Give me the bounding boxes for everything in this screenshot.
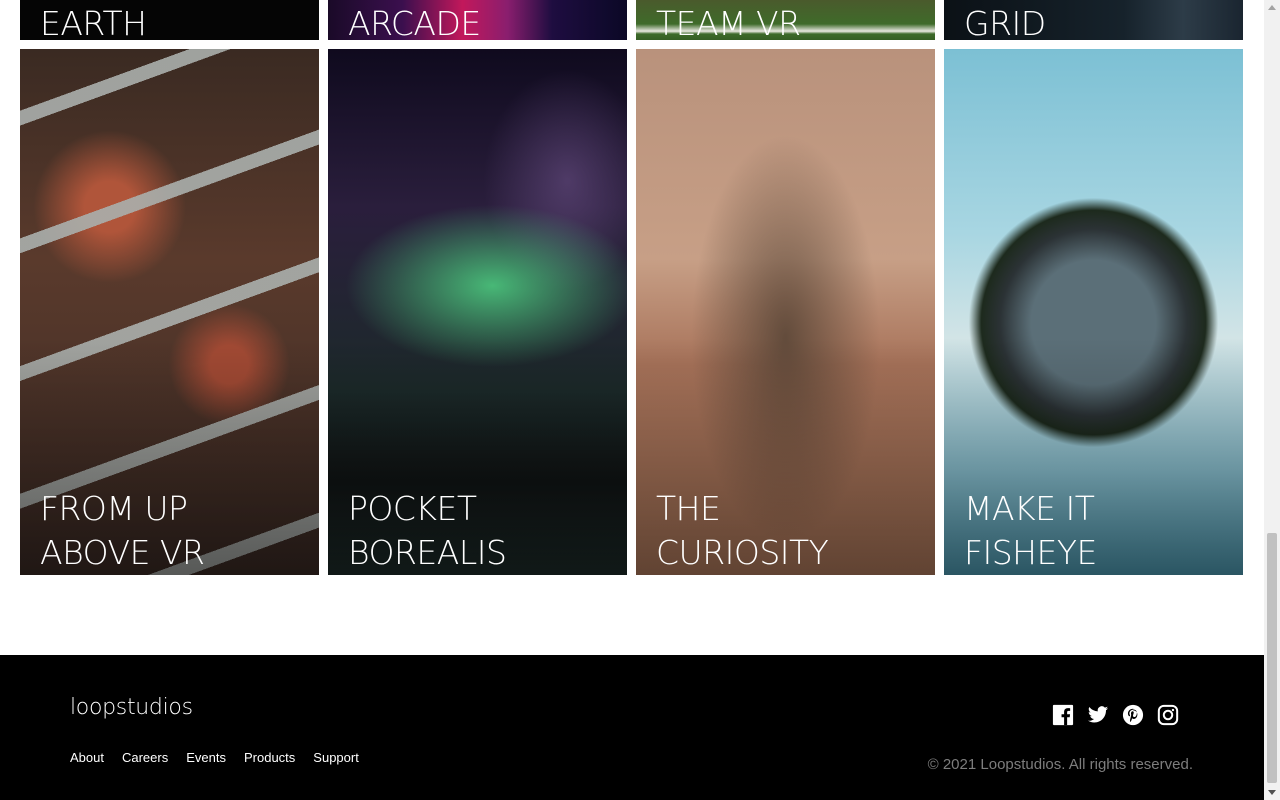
- creation-card-earth[interactable]: EARTH: [20, 0, 319, 40]
- footer-link-support[interactable]: Support: [313, 750, 359, 765]
- footer-link-events[interactable]: Events: [186, 750, 226, 765]
- site-footer: loopstudios About Careers Events Product…: [0, 655, 1264, 800]
- footer-link-products[interactable]: Products: [244, 750, 295, 765]
- facebook-icon[interactable]: [1052, 704, 1074, 726]
- footer-link-about[interactable]: About: [70, 750, 104, 765]
- creation-title: ARCADE: [348, 4, 481, 40]
- creation-card-team-vr[interactable]: TEAM VR: [636, 0, 935, 40]
- scrollbar-thumb[interactable]: [1267, 533, 1277, 783]
- creation-title: TEAM VR: [656, 4, 801, 40]
- creation-card-pocket-borealis[interactable]: POCKET BOREALIS: [328, 49, 627, 575]
- creation-title: FROM UP ABOVE VR: [40, 489, 205, 572]
- creation-title: MAKE IT FISHEYE: [964, 489, 1097, 572]
- instagram-icon[interactable]: [1157, 704, 1179, 726]
- creation-card-arcade[interactable]: ARCADE: [328, 0, 627, 40]
- twitter-icon[interactable]: [1087, 704, 1109, 726]
- social-links: [1052, 704, 1179, 726]
- creation-card-the-curiosity[interactable]: THE CURIOSITY: [636, 49, 935, 575]
- creation-card-from-up-above-vr[interactable]: FROM UP ABOVE VR: [20, 49, 319, 575]
- creation-title: EARTH: [40, 4, 147, 40]
- scroll-down-arrow-icon[interactable]: [1268, 790, 1276, 795]
- footer-nav: About Careers Events Products Support: [70, 750, 359, 765]
- creation-card-grid[interactable]: GRID: [944, 0, 1243, 40]
- creation-title: GRID: [964, 4, 1046, 40]
- creation-title: THE CURIOSITY: [656, 489, 829, 572]
- page-scrollbar[interactable]: [1264, 0, 1280, 800]
- footer-logo[interactable]: loopstudios: [70, 695, 193, 720]
- scroll-up-arrow-icon[interactable]: [1268, 5, 1276, 10]
- creation-title: POCKET BOREALIS: [348, 489, 507, 572]
- footer-link-careers[interactable]: Careers: [122, 750, 168, 765]
- pinterest-icon[interactable]: [1122, 704, 1144, 726]
- copyright-text: © 2021 Loopstudios. All rights reserved.: [927, 756, 1193, 773]
- creation-card-make-it-fisheye[interactable]: MAKE IT FISHEYE: [944, 49, 1243, 575]
